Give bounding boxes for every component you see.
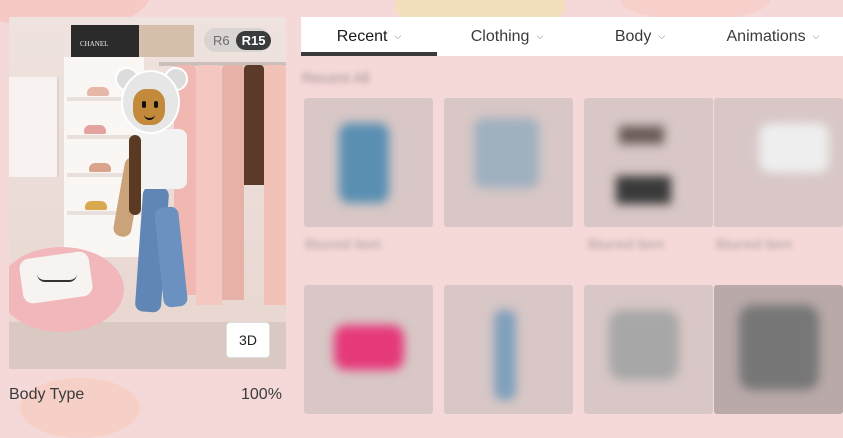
item-thumbnail [474, 118, 539, 188]
shelf-box [139, 25, 194, 57]
item-tile[interactable] [444, 98, 573, 227]
rig-type-toggle[interactable]: R6 R15 [204, 28, 272, 52]
category-tab-bar: Recent ⌵ Clothing ⌵ Body ⌵ Animations ⌵ [301, 17, 843, 56]
item-thumbnail [759, 123, 829, 173]
pillow-eyelash-print [37, 274, 77, 282]
item-caption: Blurred Item [305, 236, 382, 252]
avatar-hair [129, 135, 141, 215]
item-thumbnail [616, 176, 671, 204]
item-thumbnail [739, 305, 819, 390]
tab-clothing[interactable]: Clothing ⌵ [437, 17, 577, 56]
item-tile[interactable] [584, 285, 713, 414]
view-3d-button[interactable]: 3D [226, 322, 270, 358]
item-tile[interactable] [444, 285, 573, 414]
item-thumbnail [339, 123, 389, 203]
hanging-clothes [196, 65, 222, 305]
tab-animations[interactable]: Animations ⌵ [703, 17, 843, 56]
tab-label: Body [614, 27, 652, 45]
hanging-clothes [264, 65, 286, 305]
item-thumbnail [494, 310, 516, 400]
item-caption: Blurred Item [716, 236, 793, 252]
avatar-preview[interactable]: CHANEL R6 R15 3D [9, 17, 286, 369]
tab-label: Recent [336, 27, 388, 45]
rig-option-r6[interactable]: R6 [207, 31, 236, 50]
body-type-label: Body Type [9, 386, 85, 403]
item-thumbnail [609, 310, 679, 380]
item-thumbnail [619, 126, 664, 144]
tab-label: Clothing [470, 27, 530, 45]
tab-body[interactable]: Body ⌵ [577, 17, 703, 56]
item-tile[interactable] [714, 98, 843, 227]
avatar-shirt [137, 129, 187, 189]
chevron-down-icon: ⌵ [812, 31, 820, 41]
hanging-clothes [222, 65, 244, 300]
tab-recent[interactable]: Recent ⌵ [301, 17, 437, 56]
chevron-down-icon: ⌵ [658, 31, 666, 41]
shoe [85, 201, 107, 210]
item-thumbnail [334, 325, 404, 370]
chanel-box-label: CHANEL [80, 40, 109, 48]
item-tile[interactable] [304, 285, 433, 414]
chevron-down-icon: ⌵ [536, 31, 544, 41]
item-tile[interactable] [584, 98, 713, 227]
avatar-eye [142, 101, 146, 108]
avatar-eye [154, 101, 158, 108]
item-tile[interactable] [304, 98, 433, 227]
shoe [84, 125, 106, 134]
shoe [87, 87, 109, 96]
item-caption: Blurred Item [588, 236, 665, 252]
rig-option-r15[interactable]: R15 [235, 30, 272, 50]
shoe [89, 163, 111, 172]
chevron-down-icon: ⌵ [394, 31, 402, 41]
section-heading: Recent All [302, 70, 370, 87]
shelf-left [9, 77, 59, 177]
tab-label: Animations [726, 27, 806, 45]
body-type-value: 100% [241, 386, 282, 403]
hanging-clothes [244, 65, 264, 185]
item-tile[interactable] [714, 285, 843, 414]
